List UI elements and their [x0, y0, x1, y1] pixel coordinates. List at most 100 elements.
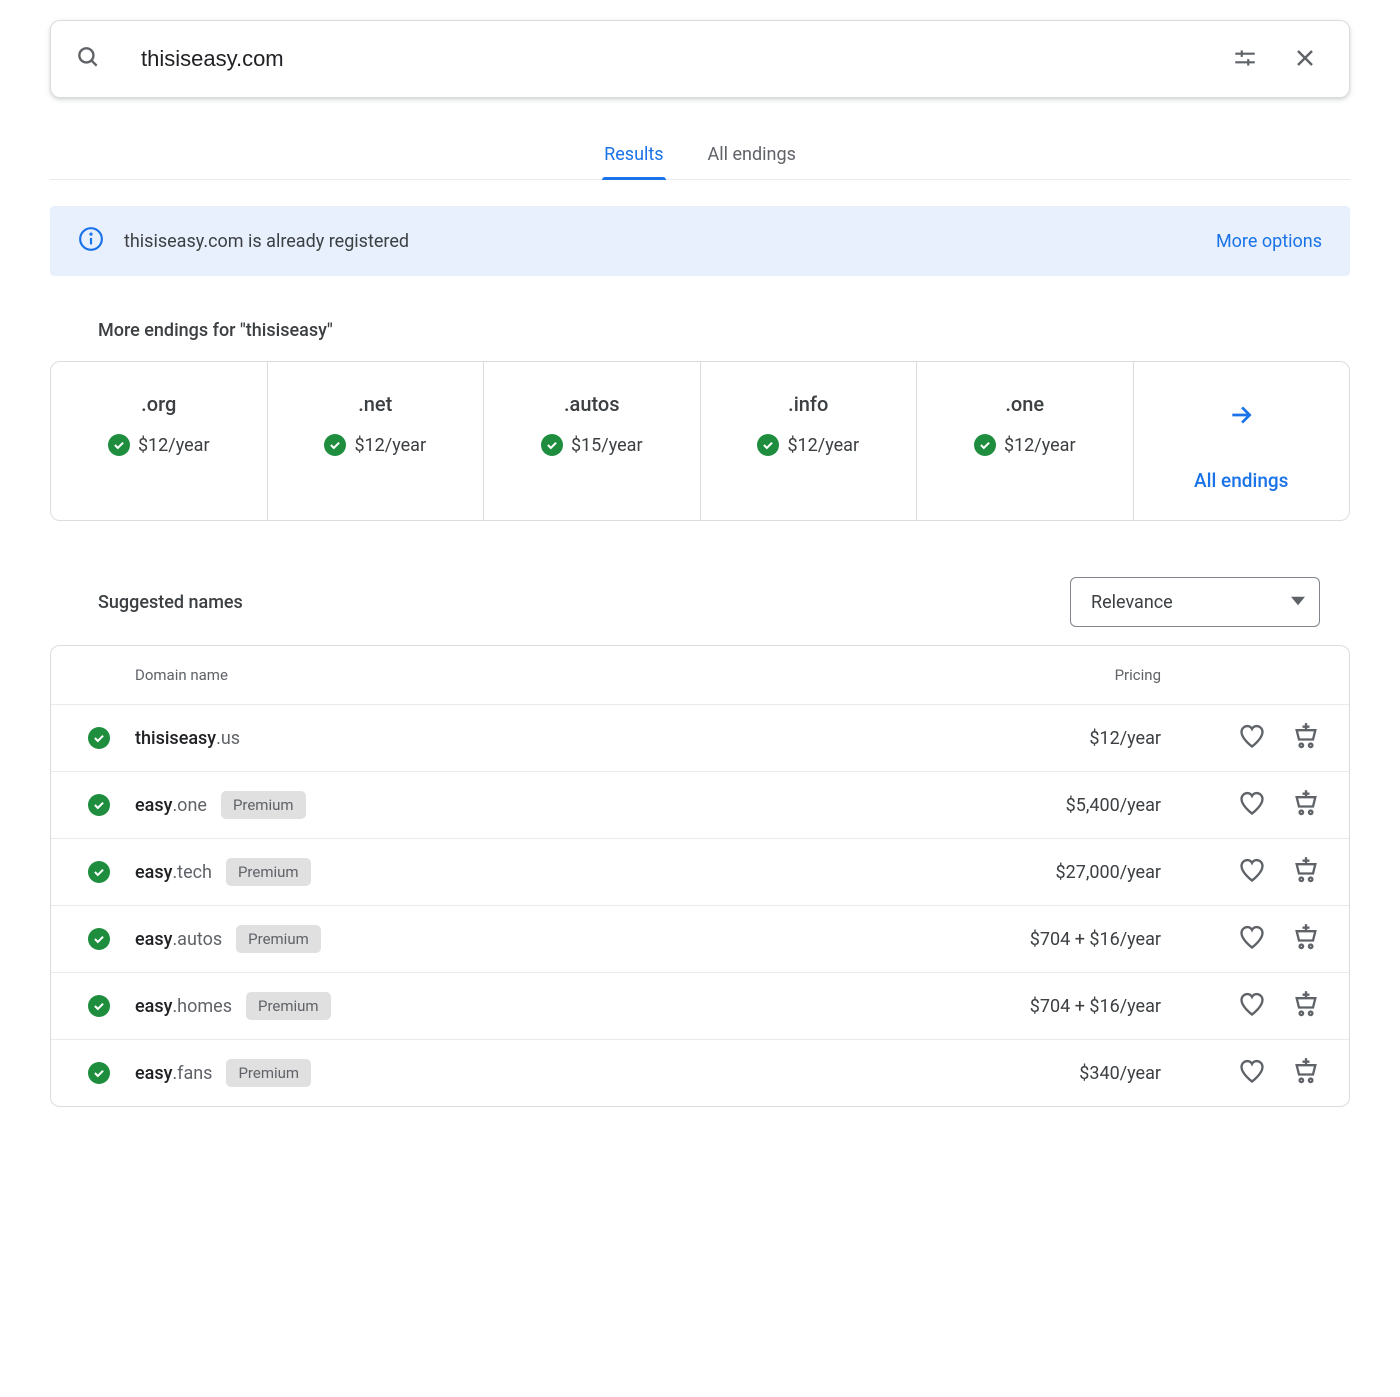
domain-price: $704 + $16/year	[981, 996, 1181, 1017]
more-options-link[interactable]: More options	[1216, 231, 1322, 252]
domain-name: easy.homesPremium	[135, 992, 981, 1020]
domain-price: $5,400/year	[981, 795, 1181, 816]
check-icon	[541, 434, 563, 456]
suggested-title: Suggested names	[98, 592, 243, 613]
heart-icon	[1238, 856, 1266, 888]
heart-icon	[1238, 789, 1266, 821]
tab-results[interactable]: Results	[602, 132, 665, 179]
close-icon	[1293, 46, 1317, 73]
domain-name: easy.fansPremium	[135, 1059, 981, 1087]
ending-card[interactable]: .info $12/year	[701, 362, 918, 520]
info-icon	[78, 226, 104, 256]
search-icon	[75, 44, 101, 74]
th-domain: Domain name	[135, 666, 981, 684]
cart-icon	[1292, 990, 1320, 1022]
favorite-button[interactable]	[1237, 857, 1267, 887]
check-icon	[88, 1062, 110, 1084]
sort-value: Relevance	[1091, 592, 1173, 613]
table-row[interactable]: easy.techPremium$27,000/year	[51, 838, 1349, 905]
heart-icon	[1238, 722, 1266, 754]
domain-name: easy.autosPremium	[135, 925, 981, 953]
table-header: Domain name Pricing	[51, 646, 1349, 704]
tune-icon	[1232, 45, 1258, 74]
check-icon	[757, 434, 779, 456]
ending-price: $12/year	[354, 435, 426, 456]
domain-name: easy.onePremium	[135, 791, 981, 819]
check-icon	[88, 794, 110, 816]
check-icon	[88, 727, 110, 749]
alert-text: thisiseasy.com is already registered	[124, 231, 1196, 252]
cart-icon	[1292, 856, 1320, 888]
domain-name: thisiseasy.us	[135, 728, 981, 749]
cart-icon	[1292, 1057, 1320, 1089]
endings-grid: .org $12/year .net $12/year .autos $15/year .i…	[50, 361, 1350, 521]
cart-icon	[1292, 923, 1320, 955]
check-icon	[324, 434, 346, 456]
premium-badge: Premium	[226, 1059, 311, 1087]
premium-badge: Premium	[236, 925, 321, 953]
domain-price: $340/year	[981, 1063, 1181, 1084]
th-pricing: Pricing	[981, 666, 1181, 684]
add-to-cart-button[interactable]	[1291, 857, 1321, 887]
favorite-button[interactable]	[1237, 723, 1267, 753]
cart-icon	[1292, 789, 1320, 821]
ending-price: $12/year	[138, 435, 210, 456]
filter-button[interactable]	[1225, 39, 1265, 79]
caret-down-icon	[1291, 592, 1305, 613]
all-endings-link[interactable]: All endings	[1134, 362, 1350, 520]
ending-card[interactable]: .autos $15/year	[484, 362, 701, 520]
ending-card[interactable]: .one $12/year	[917, 362, 1134, 520]
domain-price: $12/year	[981, 728, 1181, 749]
sort-select[interactable]: Relevance	[1070, 577, 1320, 627]
check-icon	[88, 928, 110, 950]
ending-tld: .info	[788, 392, 828, 416]
search-input[interactable]	[121, 45, 1205, 73]
check-icon	[974, 434, 996, 456]
table-row[interactable]: easy.onePremium$5,400/year	[51, 771, 1349, 838]
add-to-cart-button[interactable]	[1291, 723, 1321, 753]
table-row[interactable]: easy.autosPremium$704 + $16/year	[51, 905, 1349, 972]
add-to-cart-button[interactable]	[1291, 924, 1321, 954]
endings-title: More endings for "thisiseasy"	[98, 320, 1350, 341]
search-bar	[50, 20, 1350, 98]
domain-price: $27,000/year	[981, 862, 1181, 883]
domain-price: $704 + $16/year	[981, 929, 1181, 950]
cart-icon	[1292, 722, 1320, 754]
arrow-right-icon	[1228, 402, 1254, 433]
ending-tld: .autos	[564, 392, 620, 416]
ending-price: $12/year	[1004, 435, 1076, 456]
add-to-cart-button[interactable]	[1291, 1058, 1321, 1088]
ending-card[interactable]: .org $12/year	[51, 362, 268, 520]
favorite-button[interactable]	[1237, 1058, 1267, 1088]
ending-tld: .org	[141, 392, 176, 416]
ending-price: $15/year	[571, 435, 643, 456]
ending-tld: .one	[1005, 392, 1044, 416]
table-row[interactable]: easy.fansPremium$340/year	[51, 1039, 1349, 1106]
favorite-button[interactable]	[1237, 991, 1267, 1021]
ending-price: $12/year	[787, 435, 859, 456]
favorite-button[interactable]	[1237, 790, 1267, 820]
check-icon	[88, 995, 110, 1017]
table-row[interactable]: easy.homesPremium$704 + $16/year	[51, 972, 1349, 1039]
all-endings-label: All endings	[1194, 469, 1288, 492]
suggested-table: Domain name Pricing thisiseasy.us$12/yea…	[50, 645, 1350, 1107]
add-to-cart-button[interactable]	[1291, 991, 1321, 1021]
premium-badge: Premium	[246, 992, 331, 1020]
ending-tld: .net	[358, 392, 392, 416]
check-icon	[88, 861, 110, 883]
add-to-cart-button[interactable]	[1291, 790, 1321, 820]
ending-card[interactable]: .net $12/year	[268, 362, 485, 520]
tab-all-endings[interactable]: All endings	[706, 132, 798, 179]
premium-badge: Premium	[226, 858, 311, 886]
tabs: Results All endings	[50, 132, 1350, 180]
clear-button[interactable]	[1285, 39, 1325, 79]
table-row[interactable]: thisiseasy.us$12/year	[51, 704, 1349, 771]
heart-icon	[1238, 923, 1266, 955]
favorite-button[interactable]	[1237, 924, 1267, 954]
check-icon	[108, 434, 130, 456]
domain-name: easy.techPremium	[135, 858, 981, 886]
premium-badge: Premium	[221, 791, 306, 819]
heart-icon	[1238, 990, 1266, 1022]
suggested-header: Suggested names Relevance	[50, 577, 1350, 627]
registered-alert: thisiseasy.com is already registered Mor…	[50, 206, 1350, 276]
